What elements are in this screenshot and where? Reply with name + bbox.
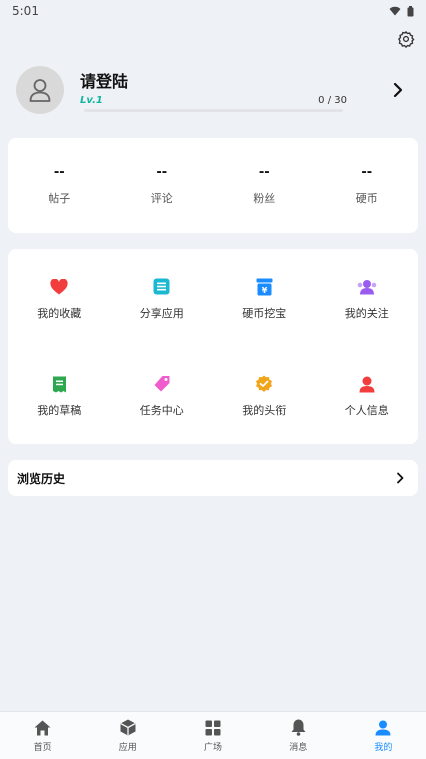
bell-icon <box>291 719 306 736</box>
stat-coins[interactable]: -- 硬币 <box>316 138 419 233</box>
status-bar: 5:01 <box>0 0 426 22</box>
cube-icon <box>120 719 136 736</box>
stat-value: -- <box>53 165 65 180</box>
avatar[interactable] <box>16 66 64 114</box>
status-time: 5:01 <box>12 4 39 18</box>
coin-treasure-icon: ¥ <box>256 278 273 296</box>
stat-value: -- <box>156 165 168 180</box>
feature-label: 我的头衔 <box>242 404 287 418</box>
username: 请登陆 <box>80 72 129 91</box>
badge-icon <box>256 375 273 393</box>
features-grid: 我的收藏 分享应用 ¥ 硬币挖宝 我的关注 我的草稿 任务中心 我的头衔 个人信… <box>8 249 418 444</box>
nav-label: 广场 <box>204 742 223 753</box>
chevron-right-icon[interactable] <box>392 82 404 98</box>
stat-value: -- <box>361 165 373 180</box>
feature-label: 我的草稿 <box>37 404 82 418</box>
browsing-history-row[interactable]: 浏览历史 <box>8 460 418 496</box>
feature-label: 我的收藏 <box>37 306 82 320</box>
stat-label: 帖子 <box>48 192 71 205</box>
exp-progress-text: 0 / 30 <box>318 95 347 106</box>
stat-label: 评论 <box>150 192 173 205</box>
feature-label: 我的关注 <box>344 306 389 320</box>
grid-icon <box>205 720 221 735</box>
task-tag-icon <box>154 376 170 392</box>
gear-icon <box>398 31 415 48</box>
default-avatar-icon <box>29 79 51 102</box>
home-icon <box>34 720 51 735</box>
history-title: 浏览历史 <box>17 471 66 486</box>
feature-label: 分享应用 <box>139 306 184 320</box>
status-icons <box>389 5 414 17</box>
feature-following[interactable]: 我的关注 <box>316 249 419 347</box>
stat-label: 粉丝 <box>253 192 276 205</box>
feature-label: 硬币挖宝 <box>242 306 287 320</box>
feature-coin-treasure[interactable]: ¥ 硬币挖宝 <box>213 249 316 347</box>
settings-button[interactable] <box>397 30 415 48</box>
nav-mine[interactable]: 我的 <box>341 712 426 759</box>
wifi-icon <box>389 6 401 16</box>
share-app-icon <box>153 278 170 295</box>
person-icon <box>359 376 375 393</box>
heart-icon <box>50 278 68 295</box>
stat-label: 硬币 <box>355 192 378 205</box>
draft-icon <box>52 376 66 393</box>
stats-card: -- 帖子 -- 评论 -- 粉丝 -- 硬币 <box>8 138 418 233</box>
nav-square[interactable]: 广场 <box>170 712 255 759</box>
chevron-right-icon <box>397 472 404 484</box>
nav-home[interactable]: 首页 <box>0 712 85 759</box>
feature-favorites[interactable]: 我的收藏 <box>8 249 111 347</box>
battery-icon <box>407 5 414 16</box>
exp-progress-bar <box>84 109 343 112</box>
nav-apps[interactable]: 应用 <box>85 712 170 759</box>
feature-task-center[interactable]: 任务中心 <box>111 347 214 445</box>
nav-label: 我的 <box>374 742 393 753</box>
stat-fans[interactable]: -- 粉丝 <box>213 138 316 233</box>
feature-drafts[interactable]: 我的草稿 <box>8 347 111 445</box>
bottom-nav: 首页 应用 广场 消息 我的 <box>0 711 426 759</box>
feature-personal-info[interactable]: 个人信息 <box>316 347 419 445</box>
nav-label: 首页 <box>33 742 52 753</box>
feature-label: 个人信息 <box>344 404 389 418</box>
stat-posts[interactable]: -- 帖子 <box>8 138 111 233</box>
stat-comments[interactable]: -- 评论 <box>111 138 214 233</box>
nav-label: 应用 <box>118 742 137 753</box>
nav-label: 消息 <box>289 742 308 753</box>
nav-messages[interactable]: 消息 <box>256 712 341 759</box>
feature-label: 任务中心 <box>139 404 184 418</box>
profile-section[interactable]: 请登陆 Lv.1 0 / 30 <box>0 62 426 120</box>
svg-text:¥: ¥ <box>261 286 267 295</box>
feature-titles[interactable]: 我的头衔 <box>213 347 316 445</box>
stat-value: -- <box>258 165 270 180</box>
profile-icon <box>375 720 391 735</box>
level-badge: Lv.1 <box>80 95 103 106</box>
feature-share-app[interactable]: 分享应用 <box>111 249 214 347</box>
follow-icon <box>357 279 377 295</box>
